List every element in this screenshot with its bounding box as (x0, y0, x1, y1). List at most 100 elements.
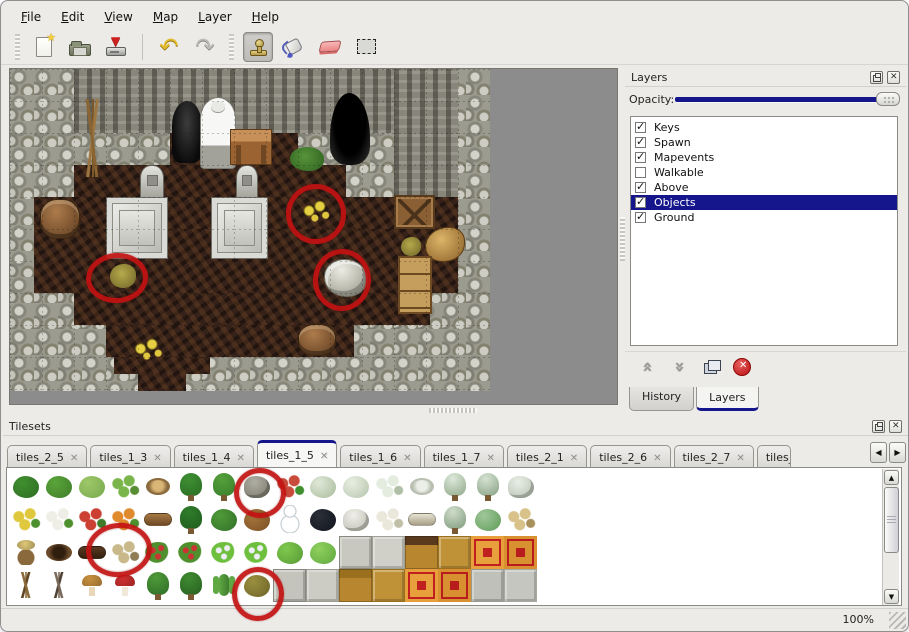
tileset-tab-tiles_1_3[interactable]: tiles_1_3 (90, 445, 170, 468)
tile-cell[interactable] (174, 569, 207, 602)
layer-row-above[interactable]: Above (631, 180, 897, 195)
close-tab-icon[interactable] (320, 449, 328, 462)
close-tab-icon[interactable] (653, 451, 661, 464)
tileset-tab-tiles_1_4[interactable]: tiles_1_4 (174, 445, 254, 468)
tile-cell[interactable] (42, 470, 75, 503)
tile-cell[interactable] (372, 470, 405, 503)
dock-tab-layers[interactable]: Layers (696, 387, 758, 411)
opacity-slider[interactable] (675, 92, 900, 106)
tile-cell[interactable] (306, 470, 339, 503)
tileset-tab-tiles_1_5[interactable]: tiles_1_5 (257, 440, 337, 468)
tile-cell[interactable] (75, 503, 108, 536)
close-panel-icon[interactable] (887, 71, 900, 84)
redo-tool-button[interactable] (190, 32, 220, 62)
toolbar-handle[interactable] (15, 34, 20, 60)
layer-visibility-checkbox[interactable] (635, 182, 646, 193)
tile-cell[interactable] (75, 569, 108, 602)
stamp-tool-button[interactable] (243, 32, 273, 62)
tile-cell[interactable] (174, 503, 207, 536)
scroll-down-icon[interactable]: ▼ (884, 589, 899, 604)
tile-cell[interactable] (405, 569, 438, 602)
tileset-tab-tiles_2_7[interactable]: tiles_2_7 (674, 445, 754, 468)
tile-cell[interactable] (273, 503, 306, 536)
menu-item-map[interactable]: Map (145, 7, 186, 27)
tile-cell[interactable] (207, 503, 240, 536)
map-canvas[interactable] (9, 68, 618, 405)
dock-tab-history[interactable]: History (629, 387, 694, 411)
scrollbar-thumb[interactable] (884, 487, 899, 553)
layer-row-walkable[interactable]: Walkable (631, 165, 897, 180)
tile-cell[interactable] (9, 569, 42, 602)
layer-visibility-checkbox[interactable] (635, 167, 646, 178)
save-tool-button[interactable] (101, 32, 131, 62)
delete-layer-icon[interactable] (733, 358, 751, 376)
fill-tool-button[interactable] (279, 32, 309, 62)
open-tool-button[interactable] (65, 32, 95, 62)
tile-cell[interactable] (75, 536, 108, 569)
resize-grip[interactable] (889, 612, 906, 629)
tile-cell[interactable] (207, 470, 240, 503)
tile-cell[interactable] (141, 569, 174, 602)
layer-list[interactable]: KeysSpawnMapeventsWalkableAboveObjectsGr… (630, 116, 898, 346)
tile-cell[interactable] (273, 470, 306, 503)
tile-cell[interactable] (240, 470, 273, 503)
move-layer-up-icon[interactable] (637, 357, 657, 377)
menu-item-edit[interactable]: Edit (53, 7, 92, 27)
tile-cell[interactable] (108, 470, 141, 503)
float-panel-icon[interactable] (870, 71, 883, 84)
opacity-slider-handle[interactable] (876, 92, 900, 106)
tileset-tab-tiles_1_7[interactable]: tiles_1_7 (424, 445, 504, 468)
tile-cell[interactable] (339, 536, 372, 569)
tile-cell[interactable] (273, 536, 306, 569)
tile-cell[interactable] (306, 536, 339, 569)
tile-cell[interactable] (108, 536, 141, 569)
tileset-content[interactable]: ▲ ▼ (6, 467, 902, 606)
eraser-tool-button[interactable] (315, 32, 345, 62)
tile-cell[interactable] (141, 503, 174, 536)
close-tab-icon[interactable] (486, 451, 494, 464)
tileset-tab-tiles[interactable]: tiles_ (757, 445, 791, 468)
layer-row-spawn[interactable]: Spawn (631, 135, 897, 150)
toolbar-handle[interactable] (229, 34, 234, 60)
tile-cell[interactable] (405, 536, 438, 569)
close-tab-icon[interactable] (153, 451, 161, 464)
tile-cell[interactable] (339, 470, 372, 503)
tileset-tab-tiles_1_6[interactable]: tiles_1_6 (340, 445, 420, 468)
layer-visibility-checkbox[interactable] (635, 152, 646, 163)
layer-row-mapevents[interactable]: Mapevents (631, 150, 897, 165)
layer-visibility-checkbox[interactable] (635, 212, 646, 223)
tile-cell[interactable] (9, 536, 42, 569)
close-tab-icon[interactable] (237, 451, 245, 464)
layer-visibility-checkbox[interactable] (635, 137, 646, 148)
move-layer-down-icon[interactable] (669, 357, 689, 377)
float-panel-icon[interactable] (872, 420, 885, 433)
tile-cell[interactable] (438, 503, 471, 536)
tile-cell[interactable] (108, 569, 141, 602)
tab-scroll-right-icon[interactable]: ▶ (889, 442, 906, 463)
layer-row-keys[interactable]: Keys (631, 120, 897, 135)
tile-cell[interactable] (108, 503, 141, 536)
layer-visibility-checkbox[interactable] (635, 197, 646, 208)
tile-cell[interactable] (240, 536, 273, 569)
menu-item-help[interactable]: Help (244, 7, 287, 27)
tile-cell[interactable] (306, 569, 339, 602)
scroll-up-icon[interactable]: ▲ (884, 470, 899, 485)
tile-cell[interactable] (504, 569, 537, 602)
tile-cell[interactable] (339, 569, 372, 602)
tile-cell[interactable] (207, 569, 240, 602)
tile-cell[interactable] (75, 470, 108, 503)
tile-cell[interactable] (504, 470, 537, 503)
tile-cell[interactable] (504, 503, 537, 536)
menu-item-layer[interactable]: Layer (190, 7, 239, 27)
tile-cell[interactable] (471, 536, 504, 569)
tile-cell[interactable] (174, 536, 207, 569)
tile-cell[interactable] (438, 569, 471, 602)
select-tool-button[interactable] (351, 32, 381, 62)
tile-cell[interactable] (372, 536, 405, 569)
close-panel-icon[interactable] (889, 420, 902, 433)
tile-cell[interactable] (9, 503, 42, 536)
close-tab-icon[interactable] (70, 451, 78, 464)
tile-cell[interactable] (42, 569, 75, 602)
tileset-tab-tiles_2_5[interactable]: tiles_2_5 (7, 445, 87, 468)
tile-cell[interactable] (339, 503, 372, 536)
